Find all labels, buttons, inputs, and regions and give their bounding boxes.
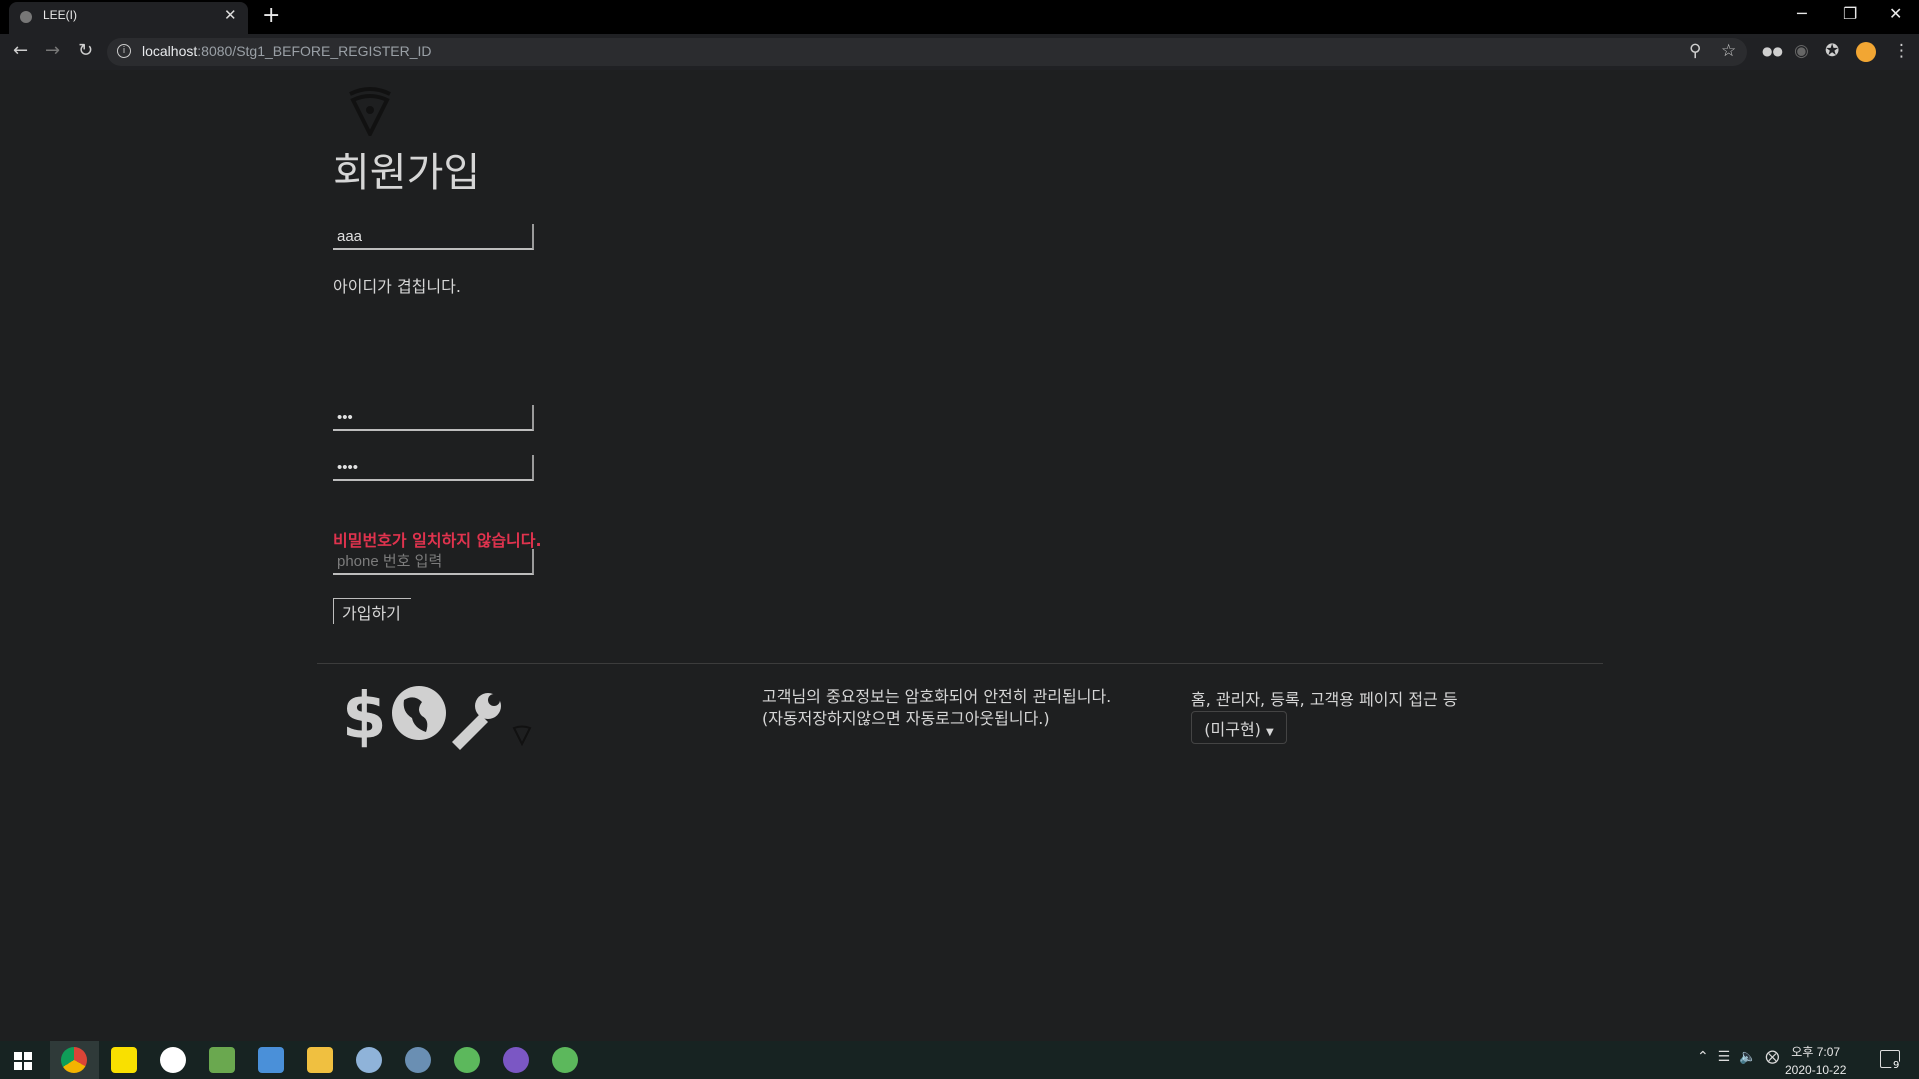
spring-icon[interactable] bbox=[454, 1047, 480, 1073]
globe-icon bbox=[20, 11, 32, 23]
caret-down-icon: ▼ bbox=[1266, 726, 1274, 738]
close-window-icon[interactable]: ✕ bbox=[1889, 4, 1902, 23]
minimize-icon[interactable]: ─ bbox=[1797, 4, 1807, 23]
folder-icon[interactable] bbox=[307, 1047, 333, 1073]
password-input[interactable] bbox=[333, 405, 534, 431]
chrome-icon[interactable] bbox=[61, 1047, 87, 1073]
zoom-icon[interactable]: ⚲ bbox=[1689, 41, 1701, 61]
puzzle-icon[interactable]: ✪ bbox=[1825, 41, 1839, 61]
security-notice-line: 고객님의 중요정보는 암호화되어 안전히 관리됩니다. bbox=[762, 687, 1112, 706]
system-tray[interactable]: ⌃ ☰ 🔈 ⨂ bbox=[1697, 1049, 1779, 1065]
pizza-logo-icon bbox=[349, 87, 391, 136]
svg-text:$: $ bbox=[342, 680, 387, 750]
tab-strip bbox=[0, 0, 1919, 34]
windows-taskbar bbox=[0, 1041, 1919, 1079]
info-icon[interactable]: i bbox=[117, 44, 131, 58]
security-notice-line: (자동저장하지않으면 자동로그아웃됩니다.) bbox=[762, 709, 1050, 728]
windows-start-icon[interactable] bbox=[14, 1052, 32, 1070]
reload-icon[interactable]: ↻ bbox=[78, 40, 93, 61]
id-input[interactable] bbox=[333, 224, 534, 250]
phone-input[interactable] bbox=[333, 549, 534, 575]
forward-arrow-icon[interactable]: → bbox=[45, 40, 60, 61]
hs-icon[interactable] bbox=[160, 1047, 186, 1073]
kakaotalk-icon[interactable] bbox=[111, 1047, 137, 1073]
footer-divider bbox=[317, 663, 1603, 664]
security-notice: 고객님의 중요정보는 암호화되어 안전히 관리됩니다. (자동저장하지않으면 자… bbox=[762, 686, 1111, 730]
new-tab-icon[interactable]: + bbox=[262, 3, 280, 28]
footer-links-text: 홈, 관리자, 등록, 고객용 페이지 접근 등 bbox=[1191, 690, 1458, 709]
clock-time: 오후 7:07 bbox=[1791, 1045, 1841, 1059]
close-tab-icon[interactable]: ✕ bbox=[224, 6, 237, 24]
star-icon[interactable]: ☆ bbox=[1721, 41, 1736, 61]
password-confirm-input[interactable] bbox=[333, 455, 534, 481]
extension-icon[interactable]: ◉ bbox=[1794, 41, 1809, 61]
app-icon[interactable] bbox=[503, 1047, 529, 1073]
app-icon[interactable] bbox=[258, 1047, 284, 1073]
globe-icon bbox=[392, 686, 446, 740]
tab-title[interactable]: LEE(I) bbox=[43, 8, 77, 22]
wrench-icon bbox=[452, 693, 501, 750]
eclipse-icon[interactable] bbox=[405, 1047, 431, 1073]
extension-icon[interactable]: ●● bbox=[1762, 44, 1783, 58]
id-duplicate-message: 아이디가 겹칩니다. bbox=[333, 277, 461, 296]
register-button[interactable]: 가입하기 bbox=[333, 598, 411, 624]
dropdown-label: (미구현) bbox=[1204, 719, 1261, 739]
taskbar-clock[interactable]: 오후 7:07 2020-10-22 bbox=[1785, 1043, 1846, 1079]
page-title: 회원가입 bbox=[333, 150, 481, 196]
back-arrow-icon[interactable]: ← bbox=[13, 40, 28, 61]
password-mismatch-message: 비밀번호가 일치하지 않습니다. bbox=[333, 531, 542, 550]
clock-date: 2020-10-22 bbox=[1785, 1063, 1847, 1077]
dollar-icon: $ bbox=[342, 680, 387, 750]
url-text[interactable]: localhost:8080/Stg1_BEFORE_REGISTER_ID bbox=[142, 43, 431, 59]
footer-icons: $ bbox=[342, 680, 532, 750]
notepad-icon[interactable] bbox=[209, 1047, 235, 1073]
restore-icon[interactable]: ❐ bbox=[1843, 4, 1857, 23]
pizza-logo-icon bbox=[512, 725, 532, 747]
menu-dropdown[interactable]: (미구현) ▼ bbox=[1191, 711, 1287, 744]
spring-icon[interactable] bbox=[552, 1047, 578, 1073]
avatar[interactable] bbox=[1856, 42, 1876, 62]
menu-icon[interactable]: ⋮ bbox=[1893, 41, 1910, 61]
app-icon[interactable] bbox=[356, 1047, 382, 1073]
